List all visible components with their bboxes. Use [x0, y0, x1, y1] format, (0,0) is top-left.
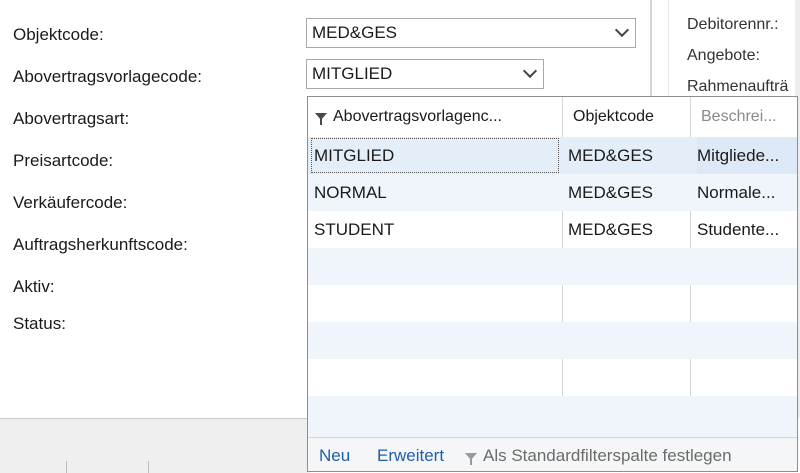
label-status: Status:: [13, 314, 66, 333]
set-default-filter-label: Als Standardfilterspalte festlegen: [483, 446, 732, 465]
column-header-beschreibung[interactable]: Beschrei...: [691, 97, 797, 137]
column-header-label: Abovertragsvorlagenc...: [333, 108, 502, 125]
label-aktiv: Aktiv:: [13, 277, 55, 296]
new-button[interactable]: Neu: [319, 438, 350, 471]
cell-beschreibung[interactable]: Normale...: [697, 174, 797, 211]
cell-code[interactable]: NORMAL: [314, 174, 562, 211]
table-row[interactable]: MITGLIED MED&GES Mitgliede...: [308, 137, 797, 174]
label-abovertragsvorlagecode: Abovertragsvorlagecode:: [13, 67, 203, 86]
objektcode-combobox[interactable]: MED&GES: [306, 18, 636, 48]
abovertragsvorlagecode-combobox[interactable]: MITGLIED: [306, 59, 544, 89]
divider: [66, 461, 67, 473]
lookup-dropdown: Abovertragsvorlagenc... Objektcode Besch…: [307, 96, 798, 472]
chevron-down-icon[interactable]: [522, 63, 538, 79]
chevron-down-icon[interactable]: [614, 22, 630, 38]
advanced-button[interactable]: Erweitert: [377, 438, 444, 471]
set-default-filter-button[interactable]: Als Standardfilterspalte festlegen: [465, 438, 732, 471]
table-row[interactable]: STUDENT MED&GES Studente...: [308, 211, 797, 248]
label-abovertragsart: Abovertragsart:: [13, 109, 130, 128]
label-auftragsherkunftscode: Auftragsherkunftscode:: [13, 235, 188, 254]
status-strip: [0, 418, 310, 473]
factbox-debitorennr-label: Debitorennr.:: [687, 16, 779, 33]
cell-code[interactable]: MITGLIED: [310, 137, 560, 174]
factbox-angebote-label: Angebote:: [687, 47, 760, 64]
factbox-rahmenauftraege-label: Rahmenaufträ: [687, 78, 789, 95]
label-verkaeufercode: Verkäufercode:: [13, 193, 128, 212]
column-header-abovertragsvorlagencode[interactable]: Abovertragsvorlagenc...: [308, 97, 563, 137]
table-row[interactable]: NORMAL MED&GES Normale...: [308, 174, 797, 211]
objektcode-value: MED&GES: [312, 23, 398, 42]
abovertragsvorlagecode-value: MITGLIED: [312, 64, 393, 83]
cell-beschreibung[interactable]: Mitgliede...: [697, 137, 797, 174]
empty-row: [308, 396, 797, 437]
cell-code[interactable]: STUDENT: [314, 211, 562, 248]
lookup-footer: Neu Erweitert Als Standardfilterspalte f…: [308, 437, 797, 471]
column-header-objektcode[interactable]: Objektcode: [563, 97, 691, 137]
filter-funnel-icon: [315, 113, 327, 126]
divider: [148, 461, 149, 473]
cell-objektcode[interactable]: MED&GES: [568, 174, 690, 211]
label-objektcode: Objektcode:: [13, 25, 104, 44]
lookup-header: Abovertragsvorlagenc... Objektcode Besch…: [308, 97, 797, 138]
empty-row: [308, 359, 797, 396]
empty-row: [308, 285, 797, 322]
label-preisartcode: Preisartcode:: [13, 151, 114, 170]
cell-objektcode[interactable]: MED&GES: [568, 137, 690, 174]
empty-row: [308, 322, 797, 359]
cell-objektcode[interactable]: MED&GES: [568, 211, 690, 248]
filter-funnel-icon: [465, 453, 477, 466]
empty-row: [308, 248, 797, 285]
cell-beschreibung[interactable]: Studente...: [697, 211, 797, 248]
